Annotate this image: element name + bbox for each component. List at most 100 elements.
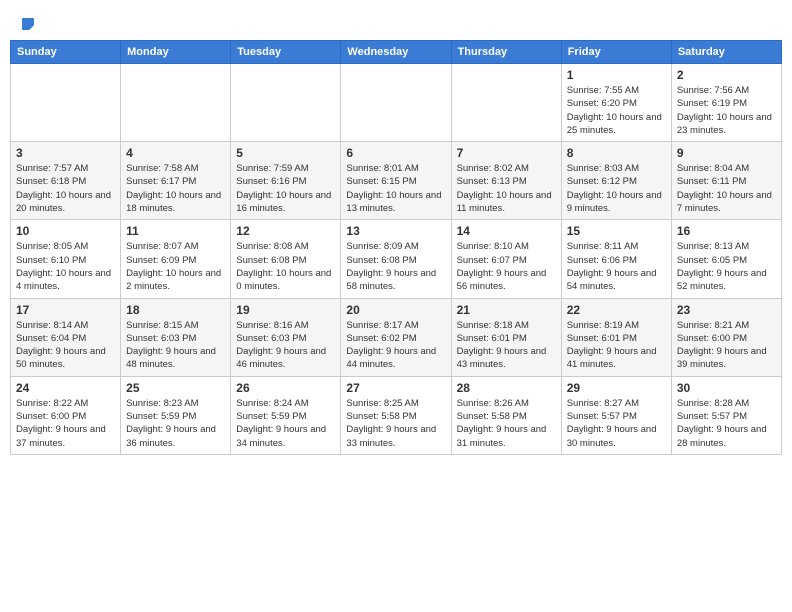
calendar-week-4: 17Sunrise: 8:14 AMSunset: 6:04 PMDayligh… <box>11 298 782 376</box>
calendar-cell: 16 Sunrise: 8:13 AMSunset: 6:05 PMDayligh… <box>671 220 781 298</box>
calendar-cell: 13 Sunrise: 8:09 AMSunset: 6:08 PMDayligh… <box>341 220 451 298</box>
day-number: 23 <box>677 303 776 317</box>
calendar-week-5: 24Sunrise: 8:22 AMSunset: 6:00 PMDayligh… <box>11 376 782 454</box>
day-number: 21 <box>457 303 556 317</box>
day-info: Sunrise: 7:57 AMSunset: 6:18 PMDaylight:… <box>16 162 115 215</box>
day-info: Sunrise: 8:10 AMSunset: 6:07 PMDaylight:… <box>457 240 556 293</box>
day-number: 13 <box>346 224 445 238</box>
day-info: Sunrise: 8:02 AMSunset: 6:13 PMDaylight:… <box>457 162 556 215</box>
calendar-cell: 10 Sunrise: 8:05 AMSunset: 6:10 PMDayligh… <box>11 220 121 298</box>
calendar-cell <box>451 64 561 142</box>
logo <box>20 18 34 30</box>
day-number: 15 <box>567 224 666 238</box>
day-info: Sunrise: 8:17 AMSunset: 6:02 PMDaylight:… <box>346 319 445 372</box>
page-header <box>10 10 782 34</box>
calendar-cell: 21Sunrise: 8:18 AMSunset: 6:01 PMDayligh… <box>451 298 561 376</box>
day-number: 22 <box>567 303 666 317</box>
calendar-header-row: SundayMondayTuesdayWednesdayThursdayFrid… <box>11 41 782 64</box>
calendar-cell: 5 Sunrise: 7:59 AMSunset: 6:16 PMDaylight… <box>231 142 341 220</box>
day-number: 1 <box>567 68 666 82</box>
day-number: 5 <box>236 146 335 160</box>
logo-icon <box>22 18 34 30</box>
calendar-cell <box>121 64 231 142</box>
calendar-cell: 12 Sunrise: 8:08 AMSunset: 6:08 PMDayligh… <box>231 220 341 298</box>
calendar-cell: 3 Sunrise: 7:57 AMSunset: 6:18 PMDaylight… <box>11 142 121 220</box>
day-info: Sunrise: 8:21 AMSunset: 6:00 PMDaylight:… <box>677 319 776 372</box>
day-number: 4 <box>126 146 225 160</box>
calendar-week-2: 3 Sunrise: 7:57 AMSunset: 6:18 PMDaylight… <box>11 142 782 220</box>
day-header-tuesday: Tuesday <box>231 41 341 64</box>
day-info: Sunrise: 8:11 AMSunset: 6:06 PMDaylight:… <box>567 240 666 293</box>
day-header-monday: Monday <box>121 41 231 64</box>
calendar-cell: 27 Sunrise: 8:25 AMSunset: 5:58 PMDayligh… <box>341 376 451 454</box>
day-number: 7 <box>457 146 556 160</box>
day-header-saturday: Saturday <box>671 41 781 64</box>
calendar-cell <box>231 64 341 142</box>
day-number: 18 <box>126 303 225 317</box>
calendar-cell: 22 Sunrise: 8:19 AMSunset: 6:01 PMDayligh… <box>561 298 671 376</box>
day-info: Sunrise: 8:09 AMSunset: 6:08 PMDaylight:… <box>346 240 445 293</box>
calendar-cell: 28 Sunrise: 8:26 AMSunset: 5:58 PMDayligh… <box>451 376 561 454</box>
day-info: Sunrise: 8:05 AMSunset: 6:10 PMDaylight:… <box>16 240 115 293</box>
calendar-cell: 18Sunrise: 8:15 AMSunset: 6:03 PMDayligh… <box>121 298 231 376</box>
day-info: Sunrise: 8:22 AMSunset: 6:00 PMDaylight:… <box>16 397 115 450</box>
day-number: 27 <box>346 381 445 395</box>
day-info: Sunrise: 8:24 AMSunset: 5:59 PMDaylight:… <box>236 397 335 450</box>
day-info: Sunrise: 7:56 AMSunset: 6:19 PMDaylight:… <box>677 84 776 137</box>
calendar-cell: 9Sunrise: 8:04 AMSunset: 6:11 PMDaylight… <box>671 142 781 220</box>
day-info: Sunrise: 8:26 AMSunset: 5:58 PMDaylight:… <box>457 397 556 450</box>
day-info: Sunrise: 8:19 AMSunset: 6:01 PMDaylight:… <box>567 319 666 372</box>
calendar-cell: 30 Sunrise: 8:28 AMSunset: 5:57 PMDayligh… <box>671 376 781 454</box>
calendar-cell <box>11 64 121 142</box>
day-info: Sunrise: 7:55 AMSunset: 6:20 PMDaylight:… <box>567 84 666 137</box>
day-number: 16 <box>677 224 776 238</box>
day-info: Sunrise: 8:13 AMSunset: 6:05 PMDaylight:… <box>677 240 776 293</box>
day-info: Sunrise: 8:28 AMSunset: 5:57 PMDaylight:… <box>677 397 776 450</box>
day-info: Sunrise: 7:58 AMSunset: 6:17 PMDaylight:… <box>126 162 225 215</box>
day-number: 10 <box>16 224 115 238</box>
day-number: 3 <box>16 146 115 160</box>
day-number: 26 <box>236 381 335 395</box>
day-number: 20 <box>346 303 445 317</box>
calendar-cell: 24Sunrise: 8:22 AMSunset: 6:00 PMDayligh… <box>11 376 121 454</box>
calendar-week-1: 1 Sunrise: 7:55 AMSunset: 6:20 PMDaylight… <box>11 64 782 142</box>
day-info: Sunrise: 8:27 AMSunset: 5:57 PMDaylight:… <box>567 397 666 450</box>
day-info: Sunrise: 8:08 AMSunset: 6:08 PMDaylight:… <box>236 240 335 293</box>
day-info: Sunrise: 8:25 AMSunset: 5:58 PMDaylight:… <box>346 397 445 450</box>
day-header-wednesday: Wednesday <box>341 41 451 64</box>
calendar-cell: 8 Sunrise: 8:03 AMSunset: 6:12 PMDaylight… <box>561 142 671 220</box>
calendar-cell: 25 Sunrise: 8:23 AMSunset: 5:59 PMDayligh… <box>121 376 231 454</box>
calendar-week-3: 10 Sunrise: 8:05 AMSunset: 6:10 PMDayligh… <box>11 220 782 298</box>
calendar-table: SundayMondayTuesdayWednesdayThursdayFrid… <box>10 40 782 455</box>
day-number: 28 <box>457 381 556 395</box>
day-info: Sunrise: 8:23 AMSunset: 5:59 PMDaylight:… <box>126 397 225 450</box>
calendar-cell: 14 Sunrise: 8:10 AMSunset: 6:07 PMDayligh… <box>451 220 561 298</box>
day-info: Sunrise: 8:04 AMSunset: 6:11 PMDaylight:… <box>677 162 776 215</box>
day-number: 12 <box>236 224 335 238</box>
calendar-cell: 11Sunrise: 8:07 AMSunset: 6:09 PMDayligh… <box>121 220 231 298</box>
day-header-friday: Friday <box>561 41 671 64</box>
day-number: 19 <box>236 303 335 317</box>
day-header-thursday: Thursday <box>451 41 561 64</box>
day-info: Sunrise: 8:01 AMSunset: 6:15 PMDaylight:… <box>346 162 445 215</box>
calendar-cell: 17Sunrise: 8:14 AMSunset: 6:04 PMDayligh… <box>11 298 121 376</box>
calendar-cell: 15 Sunrise: 8:11 AMSunset: 6:06 PMDayligh… <box>561 220 671 298</box>
calendar-cell: 7 Sunrise: 8:02 AMSunset: 6:13 PMDaylight… <box>451 142 561 220</box>
day-number: 14 <box>457 224 556 238</box>
day-number: 11 <box>126 224 225 238</box>
day-number: 6 <box>346 146 445 160</box>
calendar-cell: 23 Sunrise: 8:21 AMSunset: 6:00 PMDayligh… <box>671 298 781 376</box>
calendar-cell: 29Sunrise: 8:27 AMSunset: 5:57 PMDayligh… <box>561 376 671 454</box>
day-header-sunday: Sunday <box>11 41 121 64</box>
day-number: 30 <box>677 381 776 395</box>
calendar-cell: 19Sunrise: 8:16 AMSunset: 6:03 PMDayligh… <box>231 298 341 376</box>
day-number: 8 <box>567 146 666 160</box>
calendar-cell: 2Sunrise: 7:56 AMSunset: 6:19 PMDaylight… <box>671 64 781 142</box>
day-info: Sunrise: 8:03 AMSunset: 6:12 PMDaylight:… <box>567 162 666 215</box>
day-number: 25 <box>126 381 225 395</box>
calendar-cell: 4 Sunrise: 7:58 AMSunset: 6:17 PMDaylight… <box>121 142 231 220</box>
day-info: Sunrise: 7:59 AMSunset: 6:16 PMDaylight:… <box>236 162 335 215</box>
calendar-cell: 20 Sunrise: 8:17 AMSunset: 6:02 PMDayligh… <box>341 298 451 376</box>
calendar-cell: 26 Sunrise: 8:24 AMSunset: 5:59 PMDayligh… <box>231 376 341 454</box>
day-number: 17 <box>16 303 115 317</box>
